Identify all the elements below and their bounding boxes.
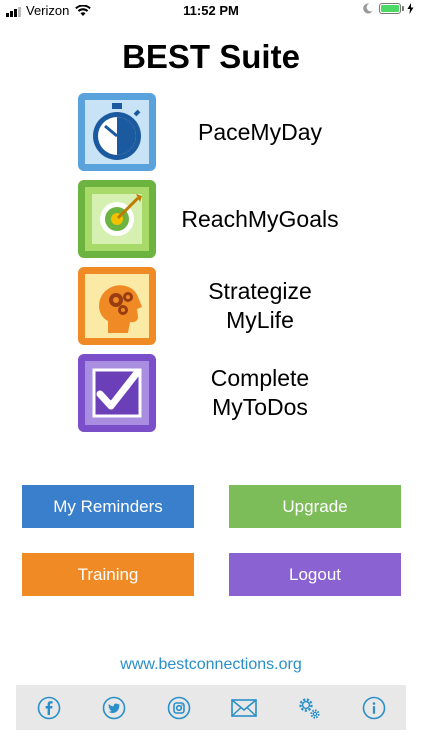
target-icon[interactable]: [78, 180, 156, 258]
clock-time: 11:52 PM: [183, 3, 239, 18]
facebook-icon[interactable]: [36, 695, 62, 721]
info-icon[interactable]: [361, 695, 387, 721]
settings-icon[interactable]: [296, 695, 322, 721]
app-label-strategizemylife[interactable]: Strategize MyLife: [160, 267, 360, 345]
training-button[interactable]: Training: [22, 553, 194, 596]
page-title: BEST Suite: [122, 38, 300, 75]
app-strategizemylife[interactable]: Strategize MyLife: [78, 267, 378, 345]
website-link[interactable]: www.bestconnections.org: [0, 656, 422, 674]
status-bar: Verizon 11:52 PM: [0, 0, 422, 22]
app-reachmygoals[interactable]: ReachMyGoals: [78, 180, 378, 258]
twitter-icon[interactable]: [101, 695, 127, 721]
app-pacemyday[interactable]: PaceMyDay: [78, 93, 378, 171]
checkbox-icon[interactable]: [78, 354, 156, 432]
app-label-reachmygoals[interactable]: ReachMyGoals: [160, 180, 360, 258]
upgrade-button[interactable]: Upgrade: [229, 485, 401, 528]
moon-icon: [363, 3, 373, 14]
stopwatch-icon[interactable]: [78, 93, 156, 171]
logout-button[interactable]: Logout: [229, 553, 401, 596]
battery-icon: [379, 3, 404, 14]
instagram-icon[interactable]: [166, 695, 192, 721]
app-completemytodos[interactable]: Complete MyToDos: [78, 354, 378, 432]
app-label-pacemyday[interactable]: PaceMyDay: [160, 93, 360, 171]
head-gears-icon[interactable]: [78, 267, 156, 345]
my-reminders-button[interactable]: My Reminders: [22, 485, 194, 528]
mail-icon[interactable]: [230, 695, 257, 721]
app-label-completemytodos[interactable]: Complete MyToDos: [160, 354, 360, 432]
bottom-toolbar: [16, 685, 406, 730]
charging-bolt-icon: [407, 3, 414, 14]
